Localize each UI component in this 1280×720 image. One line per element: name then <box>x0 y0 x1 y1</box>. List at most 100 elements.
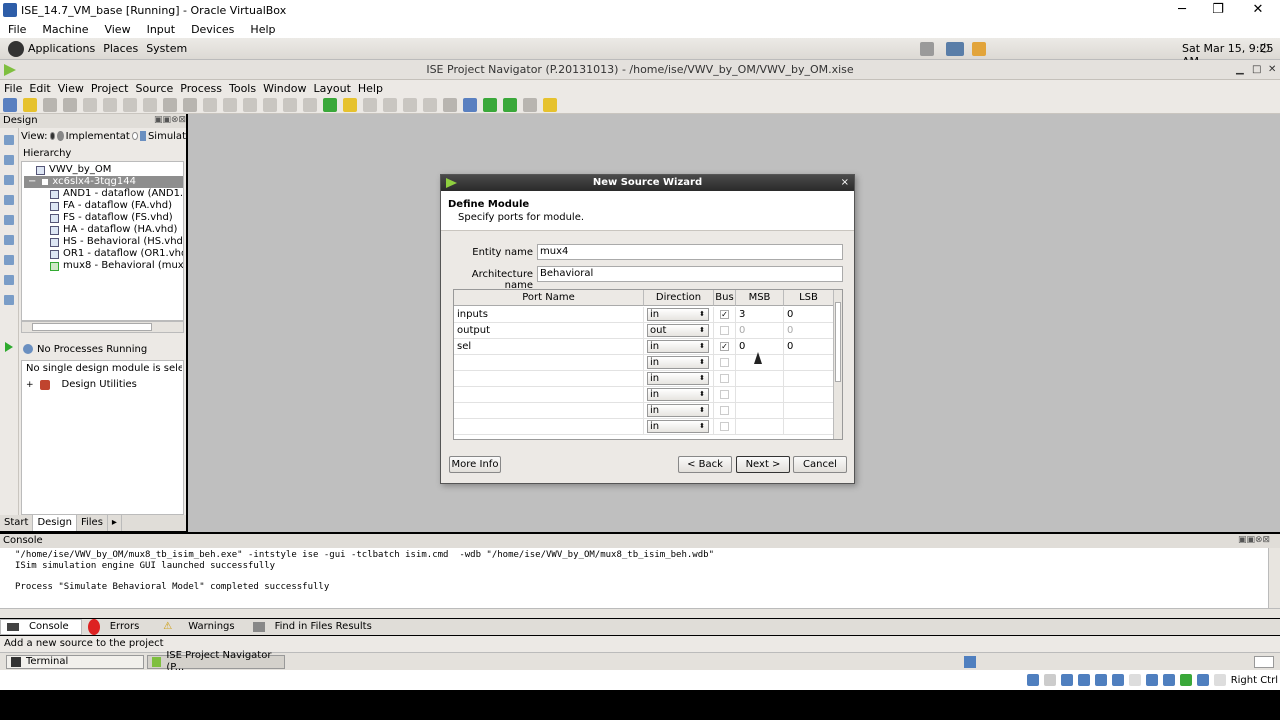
save-all-icon[interactable] <box>63 97 77 112</box>
usb-icon[interactable] <box>1094 674 1107 686</box>
ise-menu-edit[interactable]: Edit <box>29 82 53 95</box>
volume-icon[interactable] <box>920 42 934 56</box>
col-header-lsb[interactable]: LSB <box>784 290 834 306</box>
msb-cell[interactable] <box>736 371 784 387</box>
tree-item-device[interactable]: − xc6slx4-3tqg144 <box>24 176 183 188</box>
vbox-menu-help[interactable]: Help <box>250 23 275 36</box>
bus-checkbox[interactable]: ✓ <box>720 310 729 319</box>
hdd-icon[interactable] <box>1026 674 1039 686</box>
tab-console[interactable]: Console <box>0 619 82 635</box>
ise-menu-process[interactable]: Process <box>180 82 225 95</box>
tab-start[interactable]: Start <box>0 515 34 531</box>
more-info-button[interactable]: More Info <box>449 456 501 473</box>
network-icon[interactable] <box>946 42 964 56</box>
ise-menu-view[interactable]: View <box>58 82 87 95</box>
save-icon[interactable] <box>43 97 57 112</box>
tree-item-project[interactable]: VWV_by_OM <box>36 164 111 176</box>
ise-menu-project[interactable]: Project <box>91 82 132 95</box>
msb-cell[interactable] <box>736 419 784 435</box>
cancel-button[interactable]: Cancel <box>793 456 847 473</box>
console-panel-controls-icon[interactable]: ▣▣⊗⊠ <box>1238 535 1270 545</box>
tab-errors[interactable]: Errors <box>82 619 152 635</box>
port-name-cell[interactable] <box>454 403 644 419</box>
port-row[interactable]: in ⬍ <box>454 371 834 387</box>
paste-icon[interactable] <box>143 97 157 112</box>
ise-menu-help[interactable]: Help <box>358 82 386 95</box>
ise-menu-tools[interactable]: Tools <box>229 82 259 95</box>
stop-icon[interactable] <box>4 275 14 285</box>
taskbar-terminal[interactable]: Terminal <box>6 654 144 669</box>
align-left-icon[interactable] <box>363 97 377 112</box>
vbox-menu-input[interactable]: Input <box>147 23 175 36</box>
display-icon[interactable] <box>1128 674 1141 686</box>
tree-item-hs[interactable]: HS - Behavioral (HS.vhd) <box>50 236 183 248</box>
taskbar-ise[interactable]: ISE Project Navigator (P... <box>147 650 285 673</box>
entity-name-input[interactable]: mux4 <box>537 244 843 260</box>
window-tile-icon[interactable] <box>423 97 437 112</box>
bus-checkbox[interactable] <box>720 406 729 415</box>
tree-item-and1[interactable]: AND1 - dataflow (AND1.vhd) <box>50 188 183 200</box>
direction-select[interactable]: in ⬍ <box>647 404 709 417</box>
port-name-cell[interactable] <box>454 371 644 387</box>
port-row[interactable]: sel in ⬍ ✓ 0 0 <box>454 339 834 355</box>
hierarchy-horizontal-scrollbar[interactable] <box>21 321 184 333</box>
console-vertical-scrollbar[interactable] <box>1268 548 1280 608</box>
highlight-icon[interactable] <box>343 97 357 112</box>
dialog-close-icon[interactable]: × <box>841 175 849 191</box>
direction-select[interactable]: out ⬍ <box>647 324 709 337</box>
rerun-icon[interactable] <box>4 255 14 265</box>
bus-checkbox[interactable] <box>720 374 729 383</box>
vbox-menu-machine[interactable]: Machine <box>42 23 88 36</box>
design-utilities-item[interactable]: + Design Utilities <box>26 379 137 390</box>
bus-checkbox[interactable] <box>720 390 729 399</box>
refresh-process-icon[interactable] <box>23 344 33 354</box>
new-file-icon[interactable] <box>3 97 17 112</box>
tab-scroll-icon[interactable]: ▸ <box>108 515 122 531</box>
zoom-fit-icon[interactable] <box>303 97 317 112</box>
bus-checkbox[interactable] <box>720 326 729 335</box>
tree-item-mux8[interactable]: mux8 - Behavioral (muxE <box>50 260 183 272</box>
tab-files[interactable]: Files <box>77 515 108 531</box>
help-icon[interactable] <box>463 97 477 112</box>
direction-select[interactable]: in ⬍ <box>647 372 709 385</box>
port-name-cell[interactable]: sel <box>454 339 644 355</box>
architecture-name-input[interactable]: Behavioral <box>537 266 843 282</box>
col-header-msb[interactable]: MSB <box>736 290 784 306</box>
ise-menu-file[interactable]: File <box>4 82 25 95</box>
close-icon[interactable]: ✕ <box>1240 0 1276 20</box>
ports-table-scrollbar[interactable] <box>833 290 842 439</box>
port-name-cell[interactable] <box>454 387 644 403</box>
console-horizontal-scrollbar[interactable] <box>0 608 1280 618</box>
view-implementation-label[interactable]: Implementat <box>66 131 130 142</box>
zoom-in-icon[interactable] <box>263 97 277 112</box>
bus-checkbox[interactable] <box>720 358 729 367</box>
copy-icon[interactable] <box>123 97 137 112</box>
lsb-cell[interactable]: 0 <box>784 339 834 355</box>
gnome-menu-places[interactable]: Places <box>103 42 138 55</box>
run-process-icon[interactable] <box>4 235 14 245</box>
direction-select[interactable]: in ⬍ <box>647 388 709 401</box>
tree-item-or1[interactable]: OR1 - dataflow (OR1.vhd) <box>50 248 183 260</box>
audio-icon[interactable] <box>1060 674 1073 686</box>
lsb-cell[interactable] <box>784 387 834 403</box>
find-icon[interactable] <box>223 97 237 112</box>
cut-icon[interactable] <box>103 97 117 112</box>
panel-controls-icon[interactable]: ▣▣⊗⊠ <box>154 115 186 125</box>
tree-item-fs[interactable]: FS - dataflow (FS.vhd) <box>50 212 173 224</box>
scroll-thumb[interactable] <box>835 302 841 382</box>
ise-close-icon[interactable]: ✕ <box>1268 60 1276 80</box>
port-row[interactable]: in ⬍ <box>454 403 834 419</box>
port-name-cell[interactable] <box>454 355 644 371</box>
lightbulb-icon[interactable] <box>543 97 557 112</box>
telescope-icon[interactable] <box>523 97 537 112</box>
col-header-direction[interactable]: Direction <box>644 290 714 306</box>
ise-menu-layout[interactable]: Layout <box>313 82 353 95</box>
direction-select[interactable]: in ⬍ <box>647 356 709 369</box>
window-icon[interactable] <box>403 97 417 112</box>
tab-find-in-files[interactable]: Find in Files Results <box>247 619 384 635</box>
lsb-cell[interactable]: 0 <box>784 323 834 339</box>
simulation-radio[interactable] <box>131 132 138 140</box>
network-adapter-icon[interactable] <box>1077 674 1090 686</box>
gnome-foot-icon[interactable] <box>8 40 24 57</box>
back-button[interactable]: < Back <box>678 456 732 473</box>
